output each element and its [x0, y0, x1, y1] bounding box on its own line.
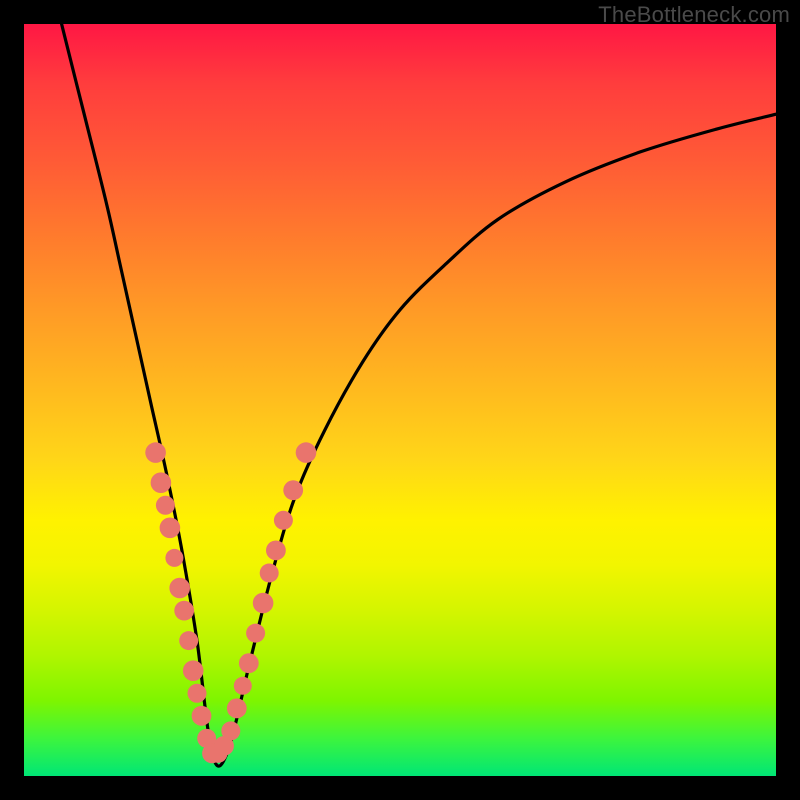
bead-marker	[145, 442, 166, 463]
bead-marker	[239, 653, 259, 673]
plot-area	[24, 24, 776, 776]
bead-marker	[179, 631, 198, 650]
bead-marker	[296, 442, 317, 463]
bead-marker	[165, 549, 183, 567]
bottleneck-curve	[62, 24, 776, 766]
bead-marker	[151, 472, 172, 493]
bead-marker	[246, 624, 265, 643]
bead-marker	[192, 706, 212, 726]
bead-marker	[156, 496, 175, 515]
bead-marker	[253, 593, 274, 614]
bead-marker	[227, 698, 247, 718]
bead-marker	[234, 677, 252, 695]
bead-marker	[169, 578, 190, 599]
bead-marker	[174, 601, 194, 621]
bead-marker	[183, 660, 204, 681]
bead-marker	[188, 684, 207, 703]
bead-marker	[160, 518, 181, 539]
watermark-text: TheBottleneck.com	[598, 2, 790, 28]
curve-layer	[24, 24, 776, 776]
bead-marker	[283, 480, 303, 500]
bead-marker	[260, 564, 279, 583]
chart-frame: TheBottleneck.com	[0, 0, 800, 800]
bead-marker	[274, 511, 293, 530]
bead-marker	[221, 721, 240, 740]
bead-marker	[266, 541, 286, 561]
